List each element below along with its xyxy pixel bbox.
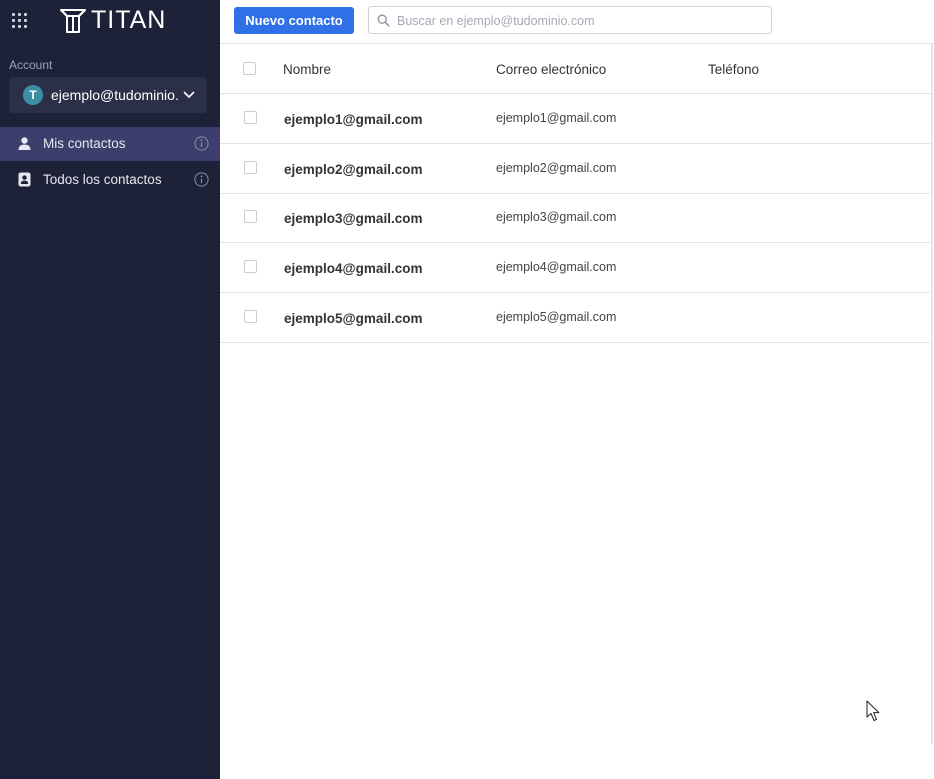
sidebar-topbar: TITAN — [0, 0, 220, 40]
table-row[interactable]: ejemplo4@gmail.com ejemplo4@gmail.com — [220, 243, 932, 293]
row-checkbox[interactable] — [244, 111, 257, 124]
info-icon[interactable] — [194, 136, 209, 151]
person-icon — [18, 137, 31, 150]
sidebar-item-label: Mis contactos — [43, 136, 126, 151]
table-row[interactable]: ejemplo1@gmail.com ejemplo1@gmail.com — [220, 94, 932, 144]
table-header: Nombre Correo electrónico Teléfono — [220, 44, 932, 94]
account-label: Account — [9, 58, 53, 72]
contact-name: ejemplo4@gmail.com — [284, 261, 423, 276]
content-divider — [931, 44, 933, 744]
account-selector[interactable]: T ejemplo@tudominio.... — [9, 77, 207, 113]
sidebar: TITAN Account T ejemplo@tudominio.... Mi… — [0, 0, 220, 779]
apps-grid-icon[interactable] — [12, 13, 28, 29]
contact-email: ejemplo2@gmail.com — [496, 161, 617, 175]
table-row[interactable]: ejemplo3@gmail.com ejemplo3@gmail.com — [220, 193, 932, 243]
row-checkbox[interactable] — [244, 210, 257, 223]
contact-name: ejemplo2@gmail.com — [284, 162, 423, 177]
table-row[interactable]: ejemplo5@gmail.com ejemplo5@gmail.com — [220, 293, 932, 343]
avatar: T — [23, 85, 43, 105]
select-all-checkbox[interactable] — [243, 62, 256, 75]
sidebar-item-mis-contactos[interactable]: Mis contactos — [0, 127, 220, 161]
column-header-email[interactable]: Correo electrónico — [496, 62, 606, 77]
search-box[interactable] — [368, 6, 772, 34]
contacts-main: Nuevo contacto Nombre Correo electrónico… — [220, 0, 934, 779]
sidebar-item-label: Todos los contactos — [43, 172, 162, 187]
new-contact-button[interactable]: Nuevo contacto — [234, 7, 354, 34]
column-header-name[interactable]: Nombre — [283, 62, 331, 77]
row-checkbox[interactable] — [244, 260, 257, 273]
contact-email: ejemplo1@gmail.com — [496, 111, 617, 125]
mouse-cursor-icon — [866, 700, 880, 721]
search-input[interactable] — [395, 10, 769, 32]
row-checkbox[interactable] — [244, 161, 257, 174]
sidebar-item-todos-los-contactos[interactable]: Todos los contactos — [0, 163, 220, 197]
contact-email: ejemplo3@gmail.com — [496, 210, 617, 224]
brand-name: TITAN — [91, 5, 167, 34]
chevron-down-icon — [183, 91, 195, 98]
contact-name: ejemplo3@gmail.com — [284, 211, 423, 226]
contact-book-icon — [18, 172, 31, 187]
toolbar: Nuevo contacto — [220, 0, 934, 44]
row-checkbox[interactable] — [244, 310, 257, 323]
search-icon — [377, 14, 390, 27]
contact-email: ejemplo4@gmail.com — [496, 260, 617, 274]
table-row[interactable]: ejemplo2@gmail.com ejemplo2@gmail.com — [220, 144, 932, 194]
contact-name: ejemplo1@gmail.com — [284, 112, 423, 127]
titan-logo: TITAN — [59, 6, 166, 34]
contact-name: ejemplo5@gmail.com — [284, 311, 423, 326]
contact-email: ejemplo5@gmail.com — [496, 310, 617, 324]
info-icon[interactable] — [194, 172, 209, 187]
account-email: ejemplo@tudominio.... — [51, 87, 179, 103]
column-header-phone[interactable]: Teléfono — [708, 62, 759, 77]
titan-logo-icon — [60, 9, 86, 33]
